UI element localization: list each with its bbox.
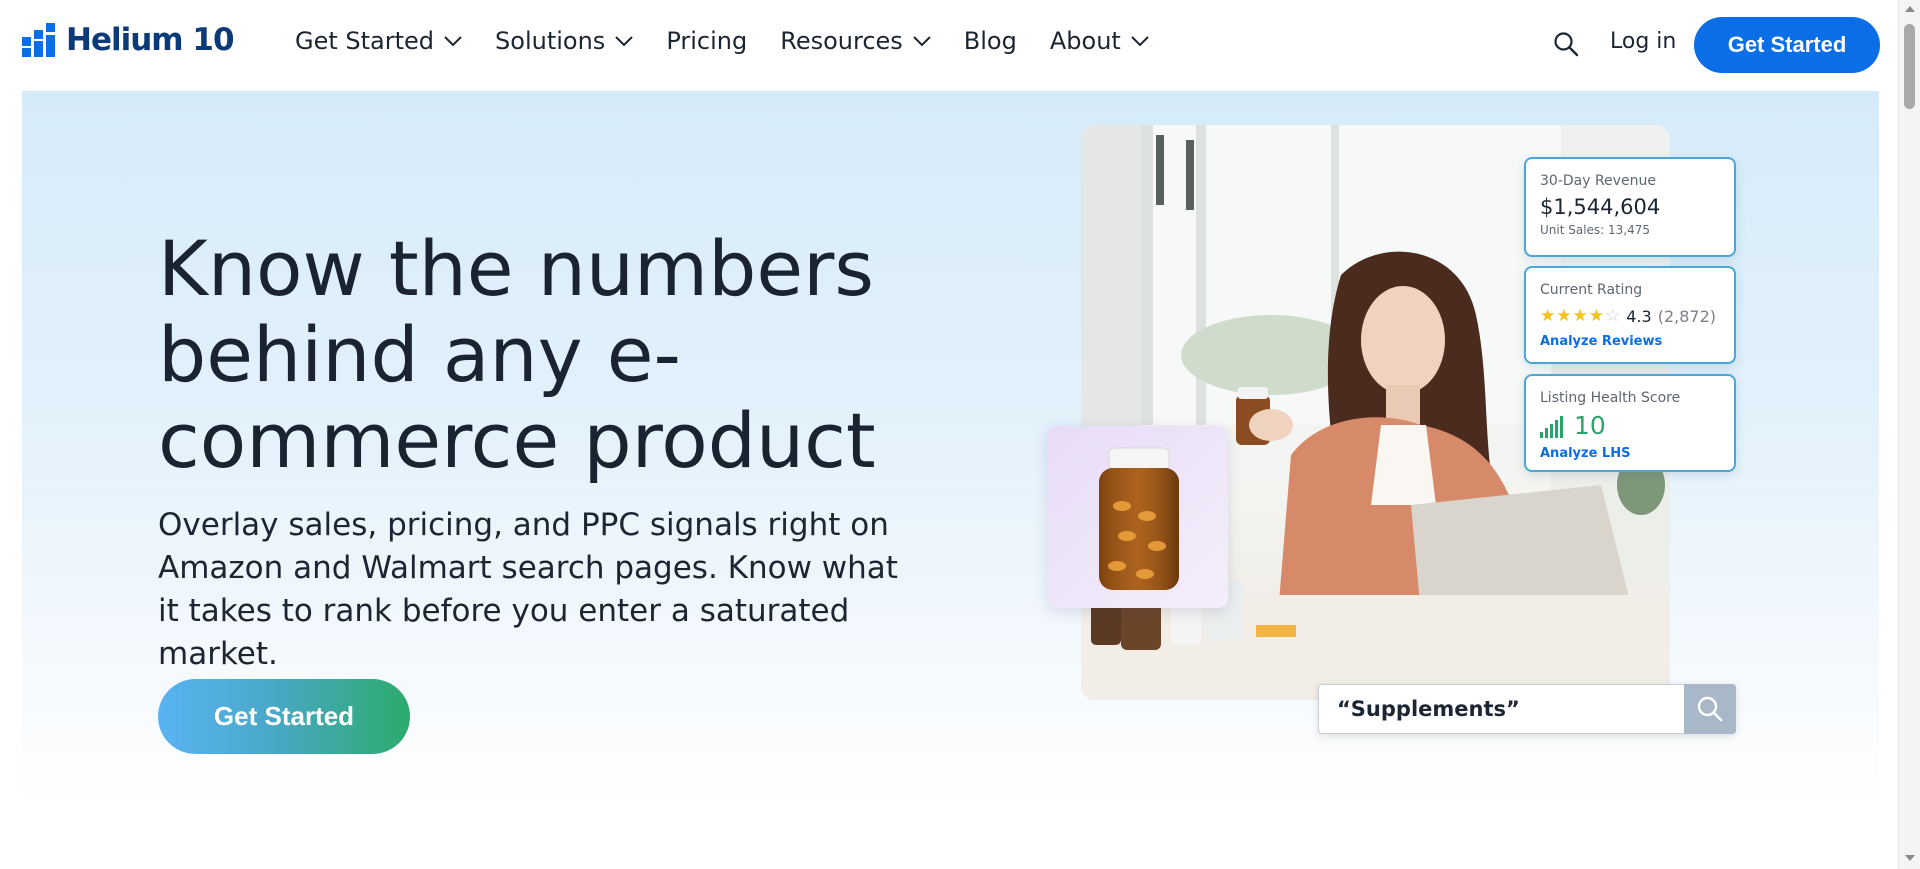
- scroll-down-arrow-icon[interactable]: [1905, 855, 1915, 861]
- revenue-label: 30-Day Revenue: [1540, 173, 1656, 189]
- chevron-down-icon: [444, 35, 462, 46]
- nav-resources[interactable]: Resources: [780, 27, 931, 55]
- hero-headline: Know the numbers behind any e-commerce p…: [158, 224, 876, 485]
- star-icon: ★: [1572, 306, 1588, 326]
- revenue-card: 30-Day Revenue $1,544,604 Unit Sales: 13…: [1524, 157, 1736, 257]
- star-icon: ★: [1588, 306, 1604, 326]
- star-rating: ★ ★ ★ ★ ☆: [1540, 306, 1620, 326]
- rating-value: 4.3: [1626, 306, 1652, 326]
- nav-label: Blog: [963, 27, 1017, 55]
- nav-blog[interactable]: Blog: [964, 27, 1017, 55]
- listing-health-card: Listing Health Score 10 Analyze LHS: [1524, 374, 1736, 472]
- lhs-label: Listing Health Score: [1540, 390, 1681, 406]
- nav-label: Pricing: [666, 27, 748, 55]
- nav-get-started[interactable]: Get Started: [295, 27, 462, 55]
- search-icon: [1697, 696, 1723, 722]
- rating-card: Current Rating ★ ★ ★ ★ ☆ 4.3 (2,872) Analyze…: [1524, 266, 1736, 364]
- analyze-lhs-link[interactable]: Analyze LHS: [1540, 446, 1720, 461]
- nav-label: Get Started: [295, 27, 435, 55]
- nav-label: About: [1049, 27, 1121, 55]
- revenue-value: $1,544,604: [1540, 195, 1661, 219]
- lhs-row: 10: [1540, 411, 1720, 440]
- analyze-reviews-link[interactable]: Analyze Reviews: [1540, 334, 1720, 349]
- nav-label: Resources: [780, 27, 903, 55]
- search-submit-button: [1684, 684, 1736, 734]
- product-search-bar: “Supplements”: [1318, 684, 1736, 734]
- star-icon: ★: [1540, 306, 1556, 326]
- main-nav: Get Started Solutions Pricing Resources …: [295, 27, 1182, 55]
- star-icon: ☆: [1605, 306, 1621, 326]
- chevron-down-icon: [1131, 35, 1149, 46]
- search-query-text: “Supplements”: [1337, 697, 1520, 721]
- nav-solutions[interactable]: Solutions: [495, 27, 634, 55]
- nav-label: Solutions: [495, 27, 606, 55]
- page-scrollbar[interactable]: [1898, 0, 1920, 869]
- logo-text: Helium 10: [66, 22, 235, 58]
- product-bottle-card: [1047, 426, 1228, 608]
- nav-about[interactable]: About: [1050, 27, 1149, 55]
- login-link[interactable]: Log in: [1610, 29, 1676, 54]
- signal-bars-icon: [1540, 416, 1563, 438]
- chevron-down-icon: [615, 35, 634, 46]
- scroll-thumb[interactable]: [1904, 24, 1915, 109]
- scroll-up-arrow-icon[interactable]: [1905, 6, 1915, 12]
- rating-label: Current Rating: [1540, 282, 1643, 298]
- rating-count: (2,872): [1657, 306, 1716, 326]
- chevron-down-icon: [913, 35, 931, 46]
- site-header: Helium 10 Get Started Solutions Pricing …: [0, 0, 1898, 90]
- pill-bottle-illustration: [1099, 447, 1179, 590]
- hero-subtext: Overlay sales, pricing, and PPC signals …: [158, 507, 898, 672]
- get-started-button-hero[interactable]: Get Started: [158, 679, 410, 754]
- star-icon: ★: [1556, 306, 1572, 326]
- get-started-button-header[interactable]: Get Started: [1694, 17, 1880, 73]
- search-icon[interactable]: [1553, 31, 1579, 57]
- rating-row: ★ ★ ★ ★ ☆ 4.3 (2,872): [1540, 306, 1720, 326]
- nav-pricing[interactable]: Pricing: [666, 27, 747, 55]
- logo-icon: [22, 23, 55, 57]
- unit-sales-text: Unit Sales: 13,475: [1540, 223, 1651, 237]
- logo-link[interactable]: Helium 10: [22, 22, 235, 58]
- lhs-value: 10: [1574, 411, 1606, 440]
